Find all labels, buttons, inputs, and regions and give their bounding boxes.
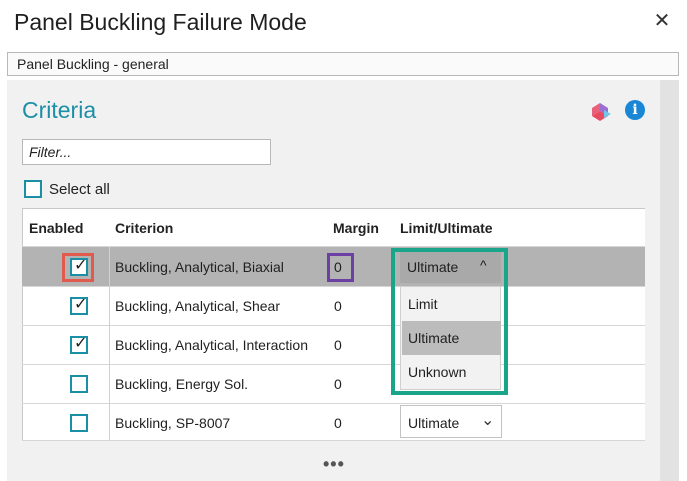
- check-icon: ✓: [74, 296, 88, 313]
- select-all-label: Select all: [49, 181, 110, 198]
- criterion-name: Buckling, Analytical, Biaxial: [115, 259, 284, 275]
- margin-highlight-box: [327, 253, 354, 282]
- check-icon: ✓: [74, 335, 88, 352]
- column-header-enabled[interactable]: Enabled: [29, 220, 83, 236]
- filter-input[interactable]: [22, 139, 271, 165]
- criterion-name: Buckling, SP-8007: [115, 415, 231, 431]
- enabled-checkbox-row-4[interactable]: [70, 375, 88, 393]
- margin-field-row-5[interactable]: 0: [334, 415, 342, 431]
- criterion-name: Buckling, Analytical, Interaction: [115, 337, 308, 353]
- failure-mode-name-box: Panel Buckling - general: [7, 52, 679, 76]
- row-divider: [22, 325, 645, 326]
- close-icon[interactable]: ✕: [653, 11, 671, 31]
- margin-field-row-3[interactable]: 0: [334, 337, 342, 353]
- criterion-name: Buckling, Analytical, Shear: [115, 298, 280, 314]
- info-icon[interactable]: i: [625, 100, 645, 120]
- criterion-name: Buckling, Energy Sol.: [115, 376, 249, 392]
- select-all-checkbox[interactable]: [24, 180, 42, 198]
- enabled-highlight-box: [62, 253, 94, 282]
- window-title: Panel Buckling Failure Mode: [14, 9, 307, 35]
- section-title: Criteria: [22, 97, 97, 123]
- enabled-checkbox-row-2[interactable]: ✓: [70, 296, 88, 315]
- cube-icon[interactable]: [588, 100, 612, 122]
- enabled-checkbox-row-5[interactable]: [70, 414, 88, 432]
- row-divider: [22, 403, 645, 404]
- column-separator: [109, 247, 110, 440]
- chevron-down-icon: ⌄: [481, 412, 495, 429]
- column-header-limit-ultimate[interactable]: Limit/Ultimate: [400, 220, 493, 236]
- row-divider: [22, 364, 645, 365]
- limit-ultimate-dropdown-row-5[interactable]: Ultimate ⌄: [400, 405, 502, 438]
- limit-ultimate-highlight-box: [391, 248, 508, 395]
- column-header-margin[interactable]: Margin: [333, 220, 379, 236]
- column-header-criterion[interactable]: Criterion: [115, 220, 173, 236]
- vertical-scrollbar[interactable]: [660, 80, 679, 481]
- title-bar: Panel Buckling Failure Mode ✕: [0, 0, 687, 50]
- row-divider: [22, 440, 645, 441]
- dropdown-selected-value: Ultimate: [408, 415, 460, 431]
- row-divider: [22, 286, 645, 287]
- failure-mode-name: Panel Buckling - general: [17, 56, 169, 72]
- margin-field-row-4[interactable]: 0: [334, 376, 342, 392]
- margin-field-row-2[interactable]: 0: [334, 298, 342, 314]
- enabled-checkbox-row-3[interactable]: ✓: [70, 335, 88, 354]
- more-options-icon[interactable]: •••: [323, 454, 345, 475]
